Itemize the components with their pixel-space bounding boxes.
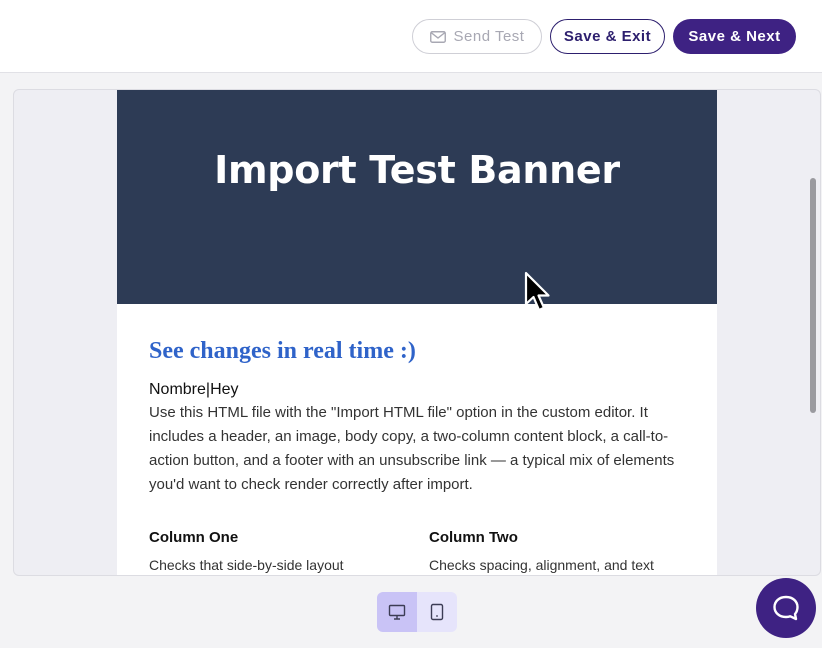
banner-title: Import Test Banner [214, 148, 620, 192]
email-banner[interactable]: Import Test Banner [117, 90, 717, 304]
email-headline: See changes in real time :) [149, 338, 416, 364]
column-two: Column Two Checks spacing, alignment, an… [429, 529, 667, 575]
save-next-label: Save & Next [688, 28, 781, 45]
column-title: Column Two [429, 529, 518, 546]
save-exit-button[interactable]: Save & Exit [550, 19, 665, 54]
save-next-button[interactable]: Save & Next [673, 19, 796, 54]
desktop-view-button[interactable] [377, 592, 417, 632]
column-one: Column One Checks that side-by-side layo… [149, 529, 387, 575]
email-preview-pane[interactable]: Import Test Banner See changes in real t… [13, 89, 821, 576]
chat-support-button[interactable] [756, 578, 816, 638]
envelope-icon [429, 30, 446, 43]
body-paragraph: Use this HTML file with the "Import HTML… [149, 404, 675, 493]
column-text: Checks spacing, alignment, and text [429, 557, 654, 573]
email-canvas[interactable]: Import Test Banner See changes in real t… [117, 90, 717, 575]
two-column-block: Column One Checks that side-by-side layo… [149, 529, 685, 575]
preview-scrollbar[interactable] [810, 178, 816, 413]
desktop-icon [388, 604, 406, 620]
column-text: Checks that side-by-side layout blocks [149, 557, 344, 573]
device-toggle [377, 592, 457, 632]
column-title: Column One [149, 529, 239, 546]
send-test-label: Send Test [453, 28, 525, 45]
send-test-button[interactable]: Send Test [412, 19, 542, 54]
mouse-cursor-icon [524, 271, 550, 312]
tablet-icon [430, 603, 444, 621]
chat-bubble-icon [773, 595, 799, 621]
top-toolbar: Send Test Save & Exit Save & Next [0, 0, 822, 73]
tablet-view-button[interactable] [417, 592, 457, 632]
name-line: Nombre|Hey [149, 381, 239, 398]
save-exit-label: Save & Exit [563, 28, 652, 45]
email-body[interactable]: See changes in real time :) Nombre|Hey U… [117, 304, 717, 575]
